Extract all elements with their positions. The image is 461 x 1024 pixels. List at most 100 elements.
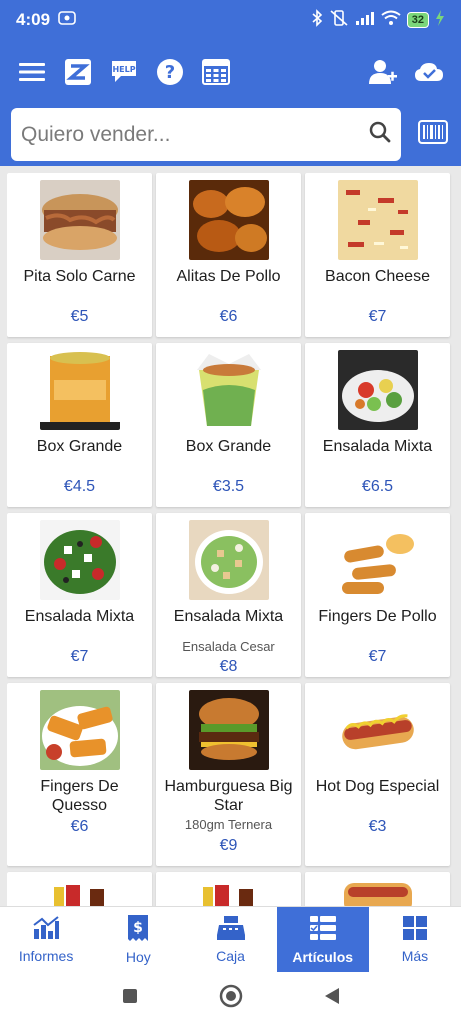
product-price: €7 <box>368 648 387 665</box>
search-icon[interactable] <box>369 121 391 148</box>
recents-icon[interactable] <box>121 987 139 1010</box>
product-price: €3 <box>368 818 387 835</box>
cloud-sync-icon[interactable] <box>411 54 447 90</box>
help-chat-icon[interactable]: HELP <box>106 54 142 90</box>
product-subtitle: Ensalada Cesar <box>182 639 275 654</box>
menu-icon[interactable] <box>14 54 50 90</box>
system-nav-bar <box>0 972 461 1024</box>
nav-label: Caja <box>216 948 245 964</box>
product-price: €8 <box>219 658 238 675</box>
product-card-partial[interactable] <box>7 872 152 906</box>
product-name: Hot Dog Especial <box>315 778 440 795</box>
product-card[interactable]: Fingers De Quesso €6 <box>7 683 152 866</box>
search-area <box>0 104 461 166</box>
help-icon[interactable]: ? <box>152 54 188 90</box>
nav-label: Más <box>401 948 429 964</box>
home-icon[interactable] <box>219 984 243 1013</box>
status-bar: 4:09 32 <box>0 0 461 40</box>
search-input[interactable] <box>21 122 369 147</box>
app-toolbar: HELP ? <box>0 40 461 104</box>
product-subtitle: 180gm Ternera <box>184 817 273 832</box>
nav-hoy[interactable]: $ Hoy <box>92 907 184 972</box>
product-card[interactable]: Box Grande €4.5 <box>7 343 152 507</box>
product-image-box-grande <box>40 350 120 430</box>
nav-label: Artículos <box>292 949 354 965</box>
product-card[interactable]: Box Grande €3.5 <box>156 343 301 507</box>
product-name: Alitas De Pollo <box>176 268 281 285</box>
product-name: Hamburguesa Big Star <box>164 778 293 814</box>
product-price: €7 <box>368 308 387 325</box>
bluetooth-icon <box>311 8 323 32</box>
product-image-hot-dog <box>338 690 418 770</box>
app-logo-icon[interactable] <box>60 54 96 90</box>
back-icon[interactable] <box>323 986 341 1011</box>
svg-text:?: ? <box>165 62 175 83</box>
register-icon <box>216 915 246 944</box>
product-card[interactable]: Ensalada Mixta €7 <box>7 513 152 677</box>
product-image-menu <box>338 879 418 906</box>
product-card[interactable]: Bacon Cheese €7 <box>305 173 450 337</box>
product-image-hamburguesa <box>189 690 269 770</box>
product-card[interactable]: Fingers De Pollo €7 <box>305 513 450 677</box>
battery-level: 32 <box>406 12 429 28</box>
product-name: Ensalada Mixta <box>24 608 135 625</box>
spreadsheet-icon[interactable] <box>198 54 234 90</box>
product-name: Ensalada Mixta <box>173 608 284 625</box>
product-price: €7 <box>70 648 89 665</box>
product-card-partial[interactable] <box>156 872 301 906</box>
add-user-icon[interactable] <box>365 54 401 90</box>
product-name: Ensalada Mixta <box>322 438 433 455</box>
svg-text:$: $ <box>133 920 143 936</box>
product-image-fingers-pollo <box>338 520 418 600</box>
signal-icon <box>355 10 375 31</box>
status-time: 4:09 <box>16 10 51 29</box>
product-image-menu <box>189 879 269 906</box>
product-price: €4.5 <box>63 478 96 495</box>
product-card[interactable]: Hot Dog Especial €3 <box>305 683 450 866</box>
grid-icon <box>402 915 428 944</box>
product-image-ensalada-griega <box>40 520 120 600</box>
product-price: €6.5 <box>361 478 394 495</box>
product-price: €5 <box>70 308 89 325</box>
charging-icon <box>435 9 445 31</box>
nav-mas[interactable]: Más <box>369 907 461 972</box>
product-card[interactable]: Pita Solo Carne €5 <box>7 173 152 337</box>
product-price: €6 <box>70 818 89 835</box>
product-image-fingers-queso <box>40 690 120 770</box>
product-image-box-grande-small <box>189 350 269 430</box>
product-card[interactable]: Alitas De Pollo €6 <box>156 173 301 337</box>
product-price: €3.5 <box>212 478 245 495</box>
nav-articulos[interactable]: Artículos <box>276 907 369 972</box>
receipt-icon: $ <box>127 914 149 945</box>
nav-caja[interactable]: Caja <box>184 907 276 972</box>
product-card-partial[interactable] <box>305 872 450 906</box>
product-name: Box Grande <box>185 438 272 455</box>
nav-label: Hoy <box>125 949 151 965</box>
barcode-scanner-icon[interactable] <box>418 120 448 150</box>
product-name: Fingers De Pollo <box>318 608 437 625</box>
chart-icon <box>32 915 60 944</box>
product-price: €9 <box>219 837 238 854</box>
screen-record-icon <box>58 10 76 30</box>
wifi-icon <box>381 10 401 31</box>
product-image-ensalada-mixta <box>338 350 418 430</box>
product-name: Pita Solo Carne <box>23 268 136 285</box>
product-card[interactable]: Ensalada Mixta Ensalada Cesar €8 <box>156 513 301 677</box>
search-box[interactable] <box>11 108 401 161</box>
bottom-nav: Informes $ Hoy Caja Artículos Más <box>0 906 461 972</box>
product-name: Bacon Cheese <box>325 268 430 285</box>
product-grid: Pita Solo Carne €5 Alitas De Pollo €6 Ba… <box>7 173 454 906</box>
product-image-pita <box>40 180 120 260</box>
product-image-bacon-cheese <box>338 180 418 260</box>
product-card[interactable]: Hamburguesa Big Star 180gm Ternera €9 <box>156 683 301 866</box>
nav-informes[interactable]: Informes <box>0 907 92 972</box>
vibrate-off-icon <box>329 9 349 32</box>
product-card[interactable]: Ensalada Mixta €6.5 <box>305 343 450 507</box>
svg-text:HELP: HELP <box>112 65 135 74</box>
product-image-ensalada-cesar <box>189 520 269 600</box>
product-price: €6 <box>219 308 238 325</box>
product-name: Fingers De Quesso <box>40 778 119 814</box>
product-image-alitas <box>189 180 269 260</box>
list-icon <box>309 914 337 945</box>
product-name: Box Grande <box>36 438 123 455</box>
